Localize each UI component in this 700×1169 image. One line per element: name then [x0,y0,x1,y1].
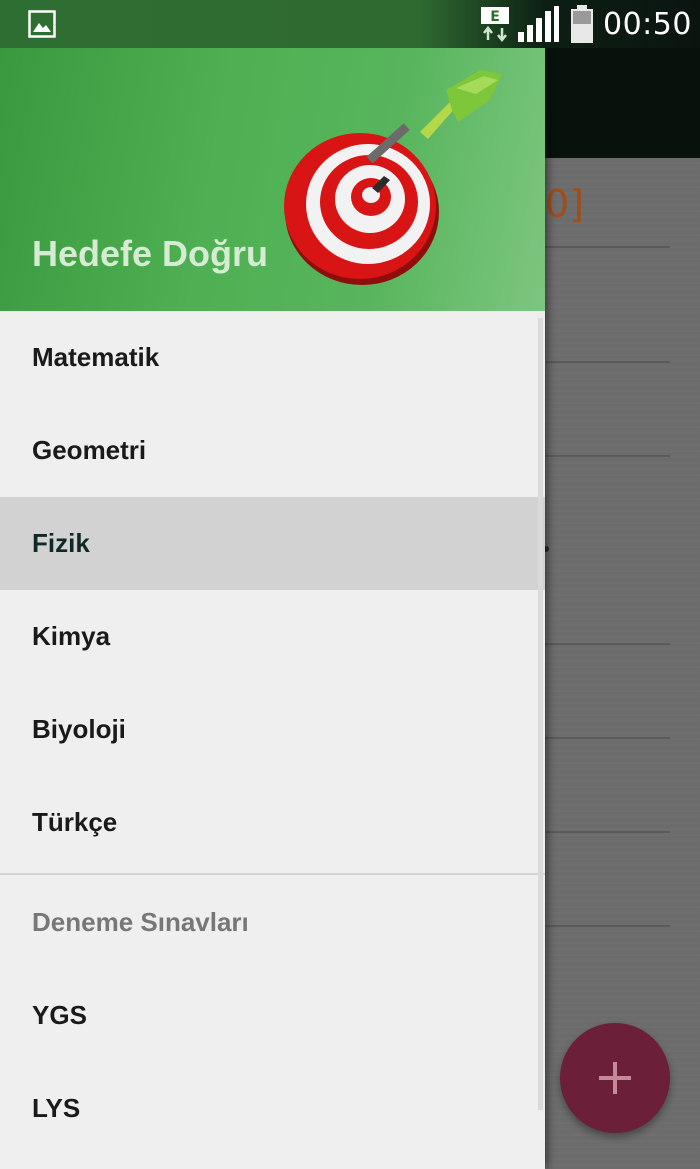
nav-item-label: YGS [32,1000,87,1030]
background-divider [545,361,670,363]
nav-item-turkce[interactable]: Türkçe [0,776,545,869]
plus-icon [599,1062,631,1094]
nav-item-lys[interactable]: LYS [0,1062,545,1155]
nav-item-label: Kimya [32,621,111,651]
background-divider [545,925,670,927]
navigation-drawer: Hedefe Doğru Matematik Geometri Fizik Ki… [0,0,545,1169]
nav-item-label: Matematik [32,342,160,372]
nav-item-label: Türkçe [32,807,118,837]
clock-time: 00:50 [603,7,692,42]
background-divider [545,831,670,833]
nav-item-ygs[interactable]: YGS [0,969,545,1062]
signal-icon [518,6,559,42]
background-divider [545,737,670,739]
app-title: Hedefe Doğru [32,233,269,274]
data-label: E [490,9,500,25]
section-title: Deneme Sınavları [32,906,249,937]
background-partial-text: 0] [545,182,585,226]
add-fab-button[interactable] [560,1023,670,1133]
nav-item-fizik[interactable]: Fizik [0,497,545,590]
drawer-scrollbar[interactable] [538,318,543,1110]
nav-item-kimya[interactable]: Kimya [0,590,545,683]
battery-icon [571,5,593,43]
nav-item-geometri[interactable]: Geometri [0,404,545,497]
nav-item-matematik[interactable]: Matematik [0,311,545,404]
dartboard-target-icon [284,70,502,285]
mobile-data-e-icon: E [481,7,509,42]
status-bar: E 00:50 [0,0,700,48]
background-divider [545,246,670,248]
background-divider [545,643,670,645]
image-icon [28,10,56,38]
nav-item-label: Biyoloji [32,714,126,744]
nav-item-biyoloji[interactable]: Biyoloji [0,683,545,776]
nav-list: Matematik Geometri Fizik Kimya Biyoloji … [0,311,545,1155]
background-divider [545,455,670,457]
nav-item-label: Geometri [32,435,147,465]
nav-item-label: LYS [32,1093,81,1123]
nav-item-label: Fizik [32,528,90,558]
